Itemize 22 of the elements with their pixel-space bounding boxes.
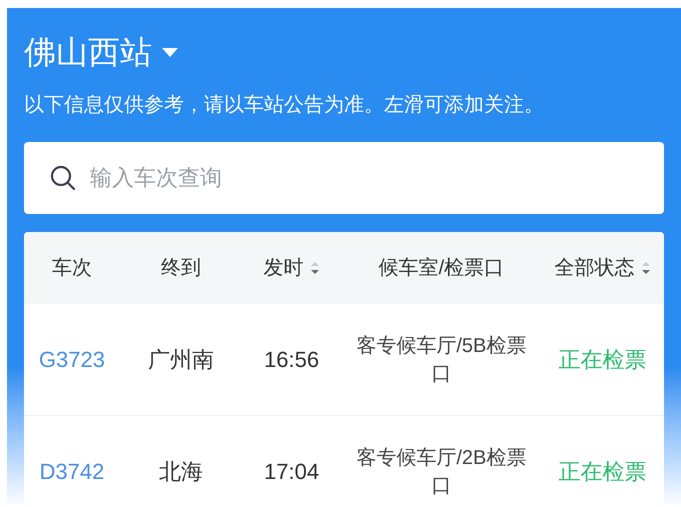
- status-cell-text: 正在检票: [558, 346, 647, 374]
- gate-cell-text: 客专候车厅/5B检票口: [355, 334, 528, 386]
- status-cell-text: 正在检票: [558, 458, 647, 486]
- departure-time-cell-text: 16:56: [264, 346, 320, 374]
- search-field[interactable]: 输入车次查询: [24, 142, 664, 214]
- departure-time-cell-text: 17:04: [264, 458, 320, 486]
- sort-icon: [640, 261, 651, 275]
- search-icon: [50, 165, 76, 191]
- train-number-link[interactable]: D3742: [40, 455, 104, 488]
- gate-cell-text: 客专候车厅/2B检票口: [355, 446, 528, 498]
- column-header: 终到: [160, 256, 201, 281]
- column-header[interactable]: 发时: [264, 253, 304, 283]
- column-header[interactable]: 全部状态: [554, 253, 635, 283]
- column-header: 车次: [52, 256, 92, 281]
- destination-cell-text: 广州南: [148, 346, 214, 374]
- column-header: 候车室/检票口: [378, 256, 504, 281]
- sort-icon: [310, 261, 320, 275]
- train-number-link[interactable]: G3723: [38, 343, 105, 376]
- station-title[interactable]: 佛山西站: [24, 30, 152, 74]
- dropdown-caret-icon[interactable]: [162, 48, 178, 56]
- destination-cell-text: 北海: [158, 458, 203, 486]
- notice-text: 以下信息仅供参考，请以车站公告为准。左滑可添加关注。: [24, 93, 545, 118]
